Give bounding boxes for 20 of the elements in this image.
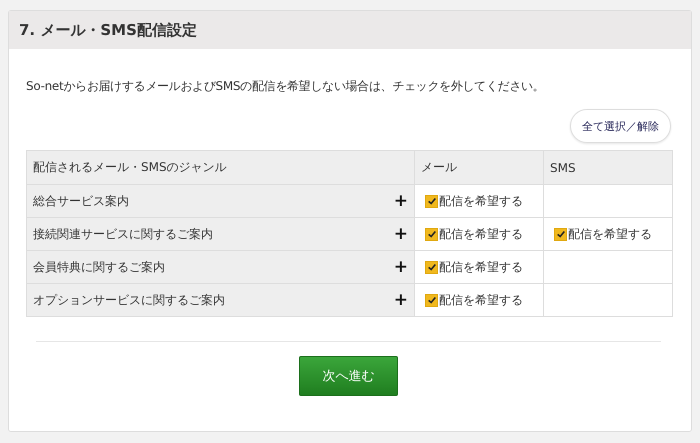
expand-toggle[interactable]: + bbox=[394, 257, 408, 277]
genre-label: 総合サービス案内 bbox=[33, 192, 129, 210]
next-button[interactable]: 次へ進む bbox=[299, 356, 398, 396]
expand-toggle[interactable]: + bbox=[394, 290, 408, 310]
checkbox[interactable] bbox=[425, 194, 438, 208]
genre-label: 接続関連サービスに関するご案内 bbox=[33, 226, 213, 242]
section-title: 7. メール・SMS配信設定 bbox=[19, 20, 197, 40]
column-header: 配信されるメール・SMSのジャンル bbox=[26, 150, 414, 184]
checkbox[interactable] bbox=[425, 294, 438, 306]
checkbox[interactable] bbox=[425, 260, 438, 274]
expand-toggle[interactable]: + bbox=[394, 191, 408, 211]
checkbox[interactable] bbox=[554, 228, 567, 240]
column-header: メール bbox=[414, 150, 544, 184]
checkbox[interactable] bbox=[425, 228, 438, 240]
notice-text: So-netからお届けするメールおよびSMSの配信を希望しない場合は、チェックを外してください。 bbox=[26, 78, 546, 95]
column-header: SMS bbox=[544, 150, 672, 184]
genre-label: オプションサービスに関するご案内 bbox=[33, 292, 225, 308]
genre-label: 会員特典に関するご案内 bbox=[33, 258, 165, 276]
expand-toggle[interactable]: + bbox=[394, 224, 408, 244]
select-all-button[interactable]: 全て選択／解除 bbox=[570, 109, 671, 143]
